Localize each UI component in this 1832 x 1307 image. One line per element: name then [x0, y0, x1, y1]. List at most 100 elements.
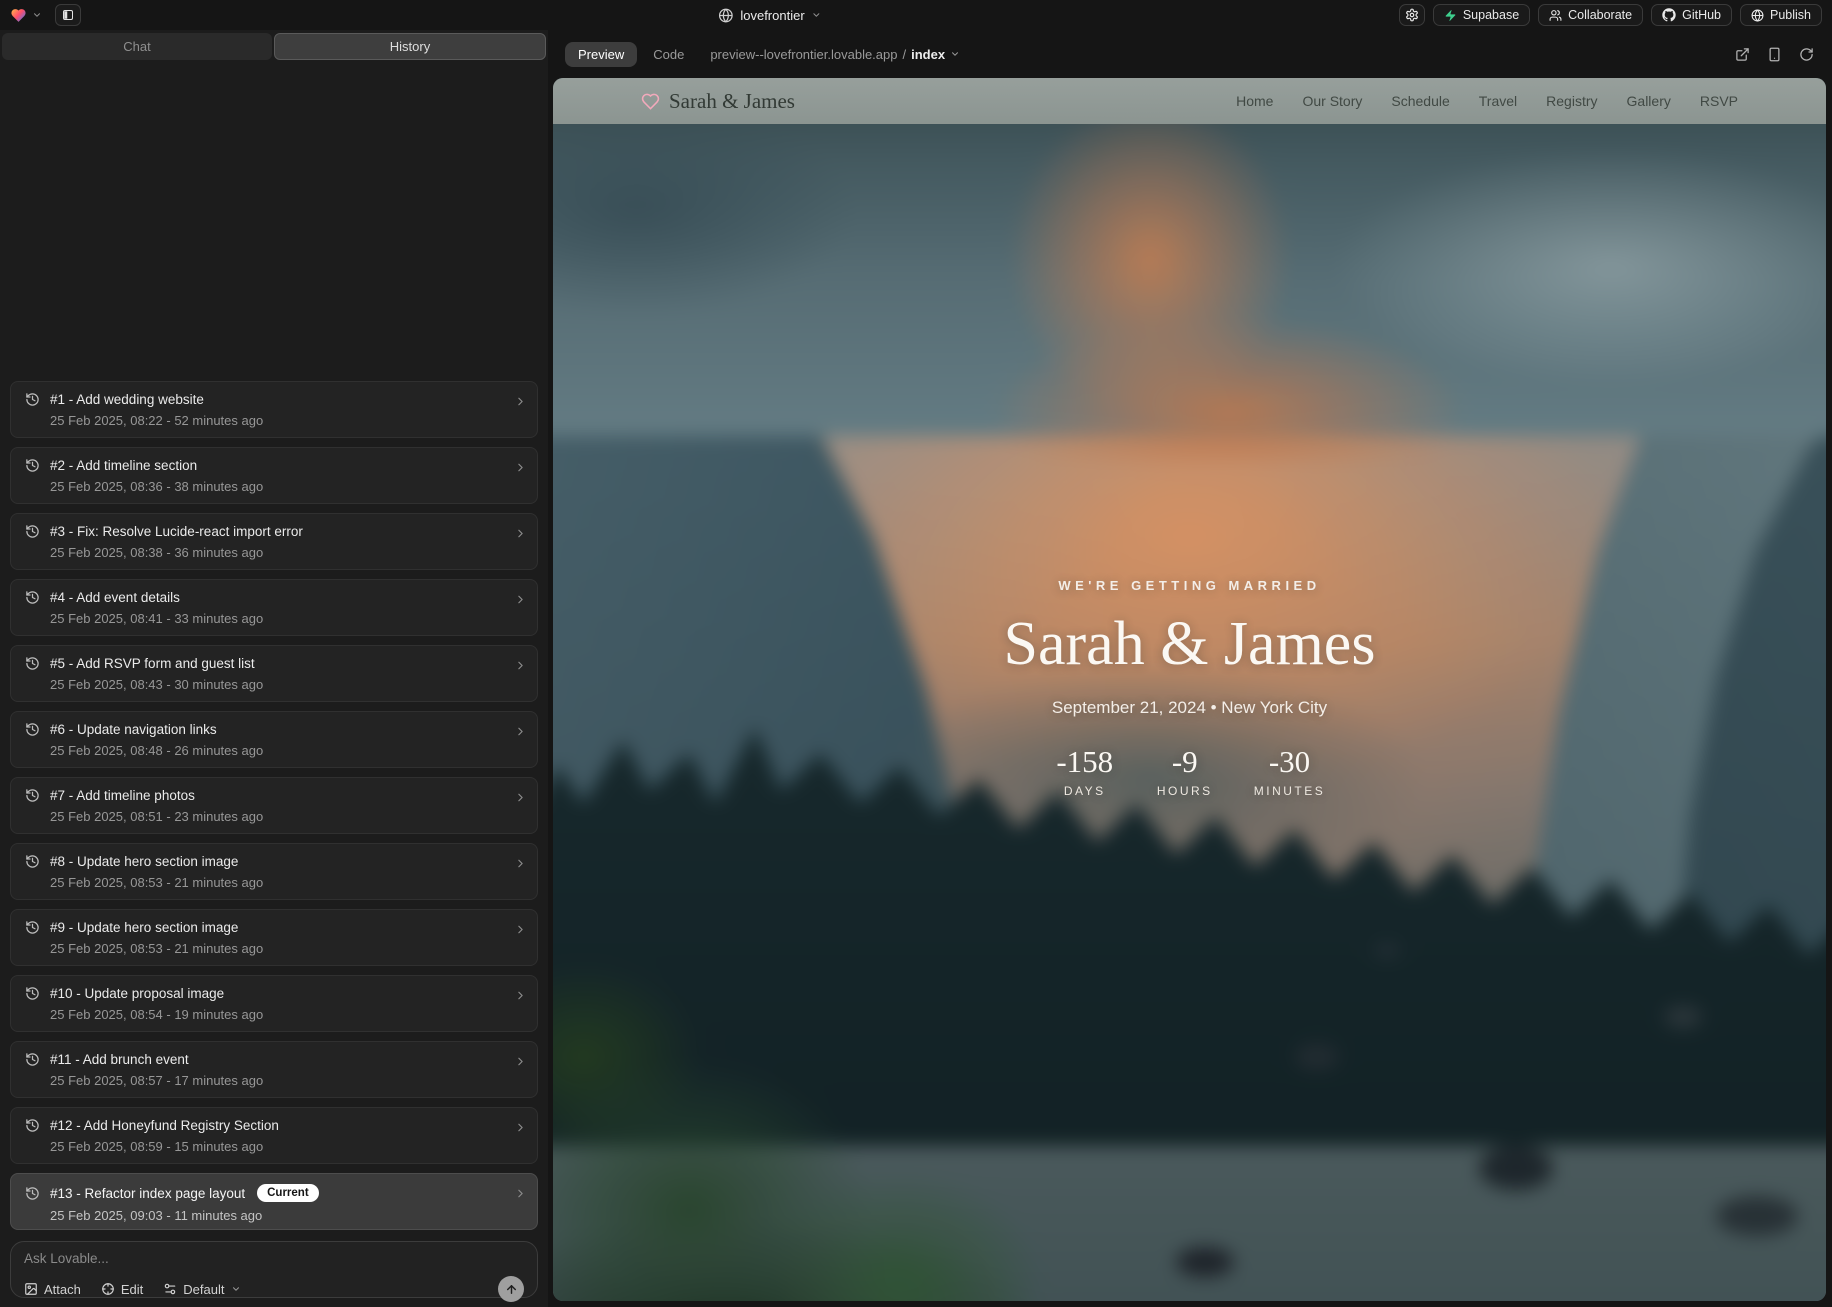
- site-nav: Home Our Story Schedule Travel Registry Galle…: [1236, 93, 1738, 109]
- hero-date-location: September 21, 2024 • New York City: [553, 698, 1826, 718]
- history-item[interactable]: #2 - Add timeline section 25 Feb 2025, 0…: [10, 447, 538, 504]
- open-external-icon[interactable]: [1735, 47, 1750, 62]
- history-item[interactable]: #9 - Update hero section image 25 Feb 20…: [10, 909, 538, 966]
- history-item[interactable]: #13 - Refactor index page layout Current…: [10, 1173, 538, 1230]
- countdown-unit: -9 HOURS: [1154, 744, 1216, 798]
- tab-chat[interactable]: Chat: [2, 33, 272, 60]
- prompt-input[interactable]: [24, 1251, 374, 1267]
- history-icon: [25, 656, 40, 671]
- history-icon: [25, 920, 40, 935]
- history-item-title: #6 - Update navigation links: [50, 722, 217, 737]
- tab-preview[interactable]: Preview: [565, 42, 637, 67]
- arrow-up-icon: [505, 1283, 518, 1296]
- history-item[interactable]: #11 - Add brunch event 25 Feb 2025, 08:5…: [10, 1041, 538, 1098]
- edit-button[interactable]: Edit: [101, 1282, 143, 1297]
- lovable-app: lovefrontier Supabase Collaborate GitHub…: [0, 0, 1832, 1307]
- sidebar-tabs: Chat History: [2, 33, 546, 60]
- history-item-title: #8 - Update hero section image: [50, 854, 238, 869]
- site-nav-link[interactable]: Travel: [1479, 93, 1517, 109]
- history-item-title: #7 - Add timeline photos: [50, 788, 195, 803]
- history-item[interactable]: #8 - Update hero section image 25 Feb 20…: [10, 843, 538, 900]
- sliders-icon: [163, 1282, 177, 1296]
- history-item[interactable]: #7 - Add timeline photos 25 Feb 2025, 08…: [10, 777, 538, 834]
- chevron-right-icon: [514, 791, 527, 804]
- history-item[interactable]: #5 - Add RSVP form and guest list 25 Feb…: [10, 645, 538, 702]
- history-icon: [25, 590, 40, 605]
- topbar: lovefrontier Supabase Collaborate GitHub…: [0, 0, 1832, 30]
- history-item-title: #9 - Update hero section image: [50, 920, 238, 935]
- history-item-title: #5 - Add RSVP form and guest list: [50, 656, 255, 671]
- prompt-composer: Attach Edit Default: [10, 1241, 538, 1298]
- site-brand[interactable]: Sarah & James: [641, 89, 795, 114]
- history-item-timestamp: 25 Feb 2025, 08:59 - 15 minutes ago: [50, 1139, 523, 1154]
- logo-menu-chevron-icon[interactable]: [32, 10, 42, 20]
- history-item[interactable]: #12 - Add Honeyfund Registry Section 25 …: [10, 1107, 538, 1164]
- supabase-label: Supabase: [1463, 8, 1519, 22]
- site-nav-link[interactable]: Schedule: [1391, 93, 1449, 109]
- site-nav-link[interactable]: RSVP: [1700, 93, 1738, 109]
- chevron-right-icon: [514, 395, 527, 408]
- history-icon: [25, 722, 40, 737]
- history-icon: [25, 524, 40, 539]
- chevron-right-icon: [514, 857, 527, 870]
- history-icon: [25, 1186, 40, 1201]
- preview-url[interactable]: preview--lovefrontier.lovable.app / inde…: [710, 47, 960, 62]
- site-nav-link[interactable]: Registry: [1546, 93, 1597, 109]
- history-item-title: #2 - Add timeline section: [50, 458, 197, 473]
- edit-label: Edit: [121, 1282, 143, 1297]
- history-item[interactable]: #3 - Fix: Resolve Lucide-react import er…: [10, 513, 538, 570]
- history-icon: [25, 1052, 40, 1067]
- project-chevron-icon: [812, 10, 822, 20]
- send-button[interactable]: [498, 1276, 524, 1302]
- project-selector[interactable]: lovefrontier: [718, 0, 821, 30]
- chevron-right-icon: [514, 725, 527, 738]
- tab-code[interactable]: Code: [653, 47, 684, 62]
- supabase-button[interactable]: Supabase: [1433, 4, 1530, 26]
- mobile-view-icon[interactable]: [1767, 47, 1782, 62]
- history-item-timestamp: 25 Feb 2025, 08:53 - 21 minutes ago: [50, 875, 523, 890]
- history-item-title: #11 - Add brunch event: [50, 1052, 189, 1067]
- history-item-timestamp: 25 Feb 2025, 08:22 - 52 minutes ago: [50, 413, 523, 428]
- history-item-timestamp: 25 Feb 2025, 08:48 - 26 minutes ago: [50, 743, 523, 758]
- site-nav-link[interactable]: Home: [1236, 93, 1273, 109]
- collaborate-button[interactable]: Collaborate: [1538, 4, 1643, 26]
- lovable-logo-icon[interactable]: [10, 7, 27, 24]
- history-item-title: #3 - Fix: Resolve Lucide-react import er…: [50, 524, 303, 539]
- site-brand-label: Sarah & James: [669, 89, 795, 114]
- sidebar-toggle-button[interactable]: [55, 4, 81, 26]
- crosshair-icon: [101, 1282, 115, 1296]
- history-item-title: #12 - Add Honeyfund Registry Section: [50, 1118, 279, 1133]
- tab-history[interactable]: History: [274, 33, 546, 60]
- mode-label: Default: [183, 1282, 224, 1297]
- site-nav-link[interactable]: Gallery: [1627, 93, 1671, 109]
- mode-selector[interactable]: Default: [163, 1282, 241, 1297]
- refresh-icon[interactable]: [1799, 47, 1814, 62]
- attach-label: Attach: [44, 1282, 81, 1297]
- history-item-timestamp: 25 Feb 2025, 08:41 - 33 minutes ago: [50, 611, 523, 626]
- history-item[interactable]: #4 - Add event details 25 Feb 2025, 08:4…: [10, 579, 538, 636]
- chevron-right-icon: [514, 527, 527, 540]
- chevron-right-icon: [514, 1121, 527, 1134]
- settings-button[interactable]: [1399, 4, 1425, 26]
- countdown-label: DAYS: [1054, 784, 1116, 798]
- attach-button[interactable]: Attach: [24, 1282, 81, 1297]
- history-list: #1 - Add wedding website 25 Feb 2025, 08…: [10, 381, 538, 1230]
- history-icon: [25, 392, 40, 407]
- publish-label: Publish: [1770, 8, 1811, 22]
- countdown-value: -9: [1154, 744, 1216, 780]
- github-button[interactable]: GitHub: [1651, 4, 1732, 26]
- hero-section: WE'RE GETTING MARRIED Sarah & James Sept…: [553, 578, 1826, 798]
- history-icon: [25, 788, 40, 803]
- chevron-right-icon: [514, 923, 527, 936]
- history-item[interactable]: #6 - Update navigation links 25 Feb 2025…: [10, 711, 538, 768]
- preview-url-separator: /: [902, 47, 906, 62]
- countdown-value: -158: [1054, 744, 1116, 780]
- publish-button[interactable]: Publish: [1740, 4, 1822, 26]
- history-item[interactable]: #1 - Add wedding website 25 Feb 2025, 08…: [10, 381, 538, 438]
- countdown-label: MINUTES: [1254, 784, 1326, 798]
- site-nav-link[interactable]: Our Story: [1302, 93, 1362, 109]
- image-icon: [24, 1282, 38, 1296]
- history-item[interactable]: #10 - Update proposal image 25 Feb 2025,…: [10, 975, 538, 1032]
- history-item-title: #1 - Add wedding website: [50, 392, 204, 407]
- publish-globe-icon: [1751, 9, 1764, 22]
